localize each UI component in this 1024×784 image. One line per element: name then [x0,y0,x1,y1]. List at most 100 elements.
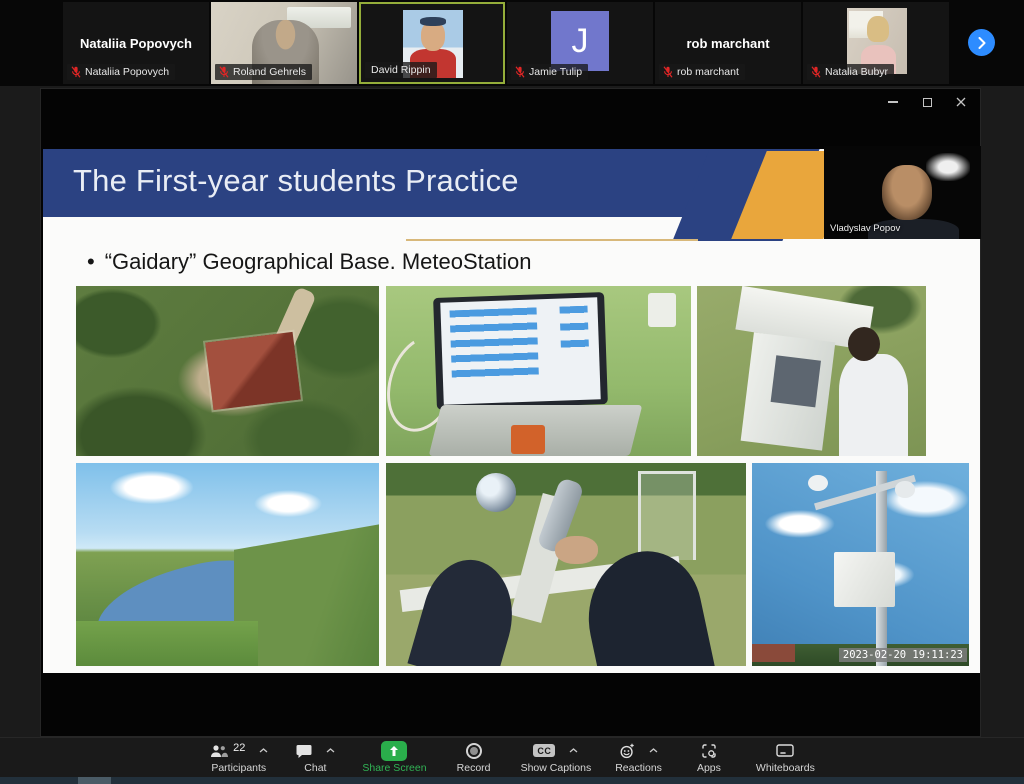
close-button[interactable] [948,92,974,112]
reactions-label: Reactions [615,762,662,774]
participant-tile-roland-gehrels[interactable]: Roland Gehrels [211,2,357,84]
red-roof-corner [752,644,795,662]
participant-label: rob marchant [659,64,745,80]
zoom-meeting-window: Nataliia Popovych Nataliia Popovych Rola… [0,0,1024,784]
maximize-button[interactable] [914,92,940,112]
orange-logger-device [511,425,545,454]
participant-strip: Nataliia Popovych Nataliia Popovych Rola… [0,0,1024,86]
participants-button[interactable]: 22 Participants [209,742,268,774]
laptop-screen [433,292,608,410]
close-icon [956,97,966,107]
next-participants-page-button[interactable] [968,29,995,56]
logger-box [834,552,895,607]
participant-tile-natalia-bubyr[interactable]: Natalia Bubyr [803,2,949,84]
box-opening [771,355,822,408]
show-captions-label: Show Captions [521,762,592,774]
student-body [839,354,908,456]
participant-tile-jamie-tulip[interactable]: J Jamie Tulip [507,2,653,84]
chevron-right-icon [977,37,987,49]
presenter-face [882,165,932,221]
show-captions-button[interactable]: CC Show Captions [521,742,592,774]
taskbar-highlight-segment [78,777,111,784]
participant-label-text: rob marchant [677,66,739,78]
participant-label: Jamie Tulip [511,64,588,80]
participant-label-text: Nataliia Popovych [85,66,169,78]
participant-tile-nataliia-popovych[interactable]: Nataliia Popovych Nataliia Popovych [63,2,209,84]
chat-icon [296,744,312,758]
maximize-icon [923,98,932,107]
slide-title: The First-year students Practice [73,163,519,199]
chat-label: Chat [304,762,326,774]
software-ui [440,297,600,405]
presenter-name-label: Vladyslav Popov [830,223,900,234]
participant-label-text: Jamie Tulip [529,66,582,78]
record-label: Record [457,762,491,774]
sensor-cup-right [895,481,915,497]
student-head [848,327,880,361]
muted-mic-icon [71,66,81,78]
blue-data-bars-right [559,305,589,349]
hand [555,536,598,564]
window-controls [880,92,974,112]
slide-photo-stevenson-screen [697,286,926,456]
participant-tile-david-rippin-active-speaker[interactable]: David Rippin [359,2,505,84]
bullet-text: “Gaidary” Geographical Base. MeteoStatio… [105,249,532,275]
record-icon-dot [470,747,478,755]
muted-mic-icon [811,66,821,78]
muted-mic-icon [219,66,229,78]
slide-bullet: • “Gaidary” Geographical Base. MeteoStat… [87,249,531,275]
taskbar-sliver [0,777,1024,784]
stevenson-screen-box [741,332,836,450]
apps-label: Apps [697,762,721,774]
chevron-up-icon[interactable] [649,748,658,753]
whiteboards-button[interactable]: Whiteboards [756,742,815,774]
participant-label: Nataliia Popovych [67,64,175,80]
share-screen-label: Share Screen [362,762,426,774]
record-icon [466,743,482,759]
shared-screen-window: The First-year students Practice • “Gaid… [40,88,981,737]
participant-center-name: rob marchant [655,36,801,51]
participant-tile-rob-marchant[interactable]: rob marchant rob marchant [655,2,801,84]
slide-photo-instrument-adjustment [386,463,746,666]
gold-divider-line [406,239,698,241]
up-arrow-icon [388,745,400,757]
participant-label: Roland Gehrels [215,64,312,80]
chevron-up-icon[interactable] [569,748,578,753]
chat-button[interactable]: Chat [292,742,338,774]
participant-label-text: Natalia Bubyr [825,66,888,78]
muted-mic-icon [663,66,673,78]
share-screen-icon [381,741,407,761]
foreground-grass [76,621,258,666]
chevron-up-icon[interactable] [326,748,335,753]
share-screen-button[interactable]: Share Screen [362,742,426,774]
slide-photo-laptop-software [386,286,691,456]
apps-icon [701,743,717,759]
sunglasses [420,17,446,26]
closed-captions-icon: CC [533,744,555,757]
reactions-button[interactable]: Reactions [615,742,662,774]
slide-photo-river-valley [76,463,379,666]
record-button[interactable]: Record [451,742,497,774]
presenter-video-thumbnail[interactable]: Vladyslav Popov [824,146,981,239]
slide-photo-aerial-base [76,286,379,456]
meeting-toolbar: 22 Participants Chat Share Screen [0,737,1024,777]
participant-center-name: Nataliia Popovych [63,36,209,51]
participant-label-text: Roland Gehrels [233,66,306,78]
minimize-icon [888,101,898,103]
minimize-button[interactable] [880,92,906,112]
participants-label: Participants [211,762,266,774]
instrument-stand [638,471,696,560]
chevron-up-icon[interactable] [259,748,268,753]
participant-label-text: David Rippin [371,64,431,76]
participant-label: Natalia Bubyr [807,64,894,80]
participants-icon [209,744,229,758]
avatar: J [551,11,609,71]
screen-glow [926,153,970,181]
red-roof-building [205,332,300,410]
blue-data-bars [450,307,539,381]
photo-timestamp: 2023-02-20 19:11:23 [839,648,967,662]
bullet-marker: • [87,249,95,275]
muted-mic-icon [515,66,525,78]
apps-button[interactable]: Apps [686,742,732,774]
reactions-smiley-icon [619,743,635,759]
